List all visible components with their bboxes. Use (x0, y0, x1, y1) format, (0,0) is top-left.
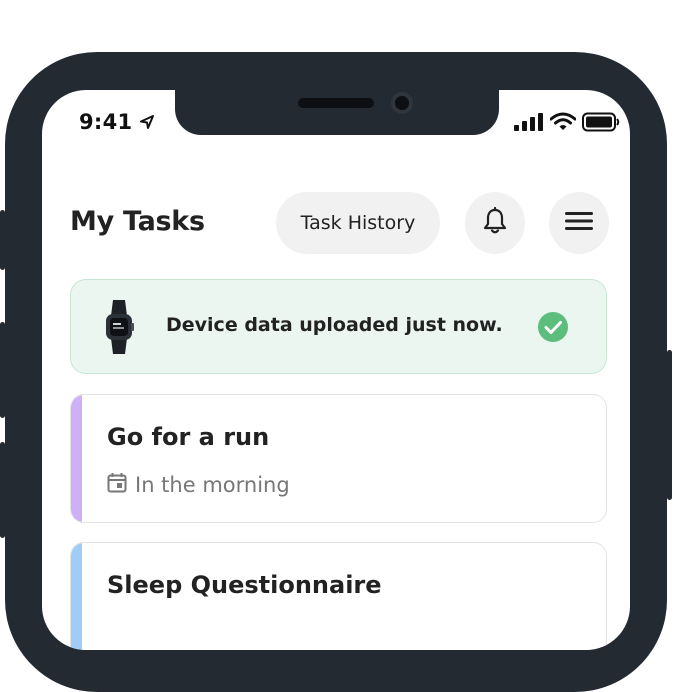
task-history-button[interactable]: Task History (276, 192, 440, 254)
battery-icon (582, 112, 620, 136)
task-schedule-text: In the morning (135, 473, 290, 497)
location-arrow-icon (139, 114, 155, 134)
task-accent-bar (71, 395, 82, 522)
fitness-band-icon (95, 298, 145, 360)
menu-button[interactable] (549, 192, 609, 254)
phone-side-button-right (667, 350, 672, 500)
task-title: Go for a run (107, 423, 270, 451)
phone-screen: 9:41 My Tasks Task History Device data u… (42, 90, 630, 650)
task-schedule: In the morning (107, 472, 290, 498)
check-circle-icon (537, 311, 569, 347)
hamburger-menu-icon (565, 211, 593, 235)
task-card-go-for-a-run[interactable]: Go for a run In the morning (70, 394, 607, 523)
wifi-icon (549, 112, 577, 136)
phone-side-button-left-2 (0, 322, 5, 418)
notifications-button[interactable] (465, 192, 525, 254)
task-card-sleep-questionnaire[interactable]: Sleep Questionnaire (70, 542, 607, 650)
speaker-grille (298, 98, 374, 108)
phone-side-button-left-1 (0, 210, 5, 270)
phone-side-button-left-3 (0, 442, 5, 538)
cellular-signal-icon (514, 113, 544, 135)
phone-notch (175, 90, 499, 135)
calendar-icon (107, 472, 127, 498)
status-icons (514, 112, 620, 136)
device-upload-banner: Device data uploaded just now. (70, 279, 607, 374)
task-title: Sleep Questionnaire (107, 571, 382, 599)
task-accent-bar (71, 543, 82, 650)
page-title: My Tasks (70, 206, 205, 237)
banner-message: Device data uploaded just now. (166, 314, 503, 336)
bell-icon (482, 206, 508, 239)
status-time: 9:41 (79, 110, 133, 134)
front-camera (391, 92, 413, 114)
